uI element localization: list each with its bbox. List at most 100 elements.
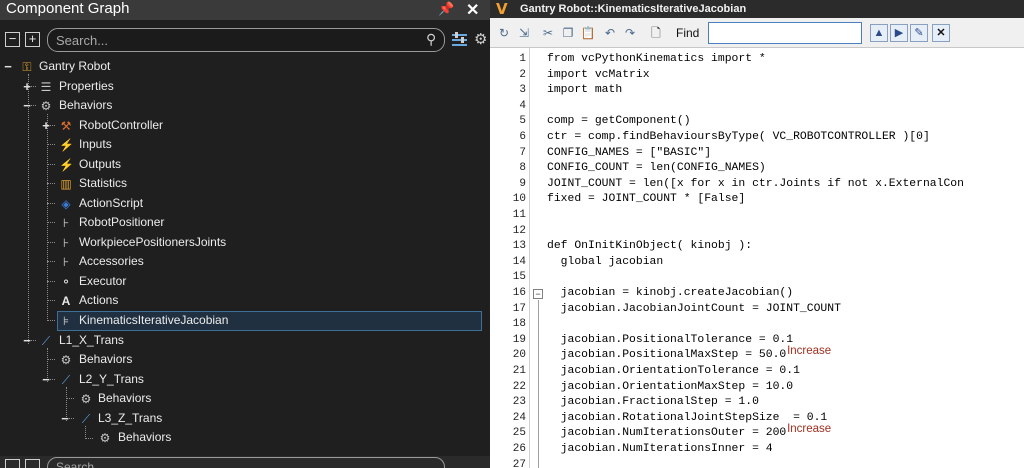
bottom-search-box[interactable]: Search... xyxy=(47,457,445,468)
gear-icon: ⚙ xyxy=(40,99,52,113)
tree-node-l3-z-trans[interactable]: − ⟋ L3_Z_Trans xyxy=(0,409,480,428)
tree-node-l1-x-trans[interactable]: − ⟋ L1_X_Trans xyxy=(0,331,480,350)
line-number: 27 xyxy=(512,458,526,468)
tree-node-robotpositioner[interactable]: ⊦ RobotPositioner xyxy=(0,213,480,232)
tree-node-gantry-robot[interactable]: − ⚿ Gantry Robot xyxy=(0,57,480,76)
graph-search-input[interactable] xyxy=(56,32,416,48)
annotation-note: Increase xyxy=(787,423,832,436)
code-line[interactable]: jacobian = kinobj.createJacobian() xyxy=(547,285,793,301)
line-number: 2 xyxy=(519,68,526,81)
code-line[interactable]: import math xyxy=(547,82,622,98)
line-number: 24 xyxy=(512,411,526,424)
link-icon: ⟋ xyxy=(61,373,71,387)
collapse-toggle[interactable]: − xyxy=(22,96,32,115)
code-line[interactable]: jacobian.NumIterationsInner = 4 xyxy=(547,441,773,457)
line-number: 20 xyxy=(512,349,526,362)
code-line[interactable]: jacobian.FractionalStep = 1.0 xyxy=(547,394,759,410)
panel-title-bar: Component Graph 📌 ✕ xyxy=(0,0,490,20)
collapse-toggle[interactable]: − xyxy=(3,57,13,76)
expand-all-button[interactable]: + xyxy=(25,32,40,47)
joint-icon: ⊦ xyxy=(62,236,70,250)
expand-toggle[interactable]: + xyxy=(41,116,51,135)
tree-node-robotcontroller[interactable]: + ⚒ RobotController xyxy=(0,116,480,135)
line-number: 26 xyxy=(512,443,526,455)
code-line[interactable]: fixed = JOINT_COUNT * [False] xyxy=(547,191,745,207)
line-number: 14 xyxy=(512,255,526,268)
tree-node-behaviors-l2[interactable]: ⚙ Behaviors xyxy=(0,389,480,408)
editor-title: Gantry Robot::KinematicsIterativeJacobia… xyxy=(520,3,747,15)
collapse-toggle[interactable]: − xyxy=(41,370,51,389)
robot-controller-icon: ⚒ xyxy=(60,119,72,133)
code-line[interactable]: CONFIG_NAMES = ["BASIC"] xyxy=(547,145,711,161)
find-input[interactable] xyxy=(708,22,862,44)
code-line[interactable]: jacobian.OrientationTolerance = 0.1 xyxy=(547,363,800,379)
line-number: 17 xyxy=(512,302,526,315)
tree-node-kinematicsiterativejacobian[interactable]: ⊧ KinematicsIterativeJacobian xyxy=(0,311,480,330)
tree-node-inputs[interactable]: ⚡ Inputs xyxy=(0,135,480,154)
document-icon[interactable]: 🗋 xyxy=(648,25,664,41)
code-line[interactable]: jacobian.JacobianJointCount = JOINT_COUN… xyxy=(547,301,841,317)
line-number: 12 xyxy=(512,224,526,237)
tree-node-l2-y-trans[interactable]: − ⟋ L2_Y_Trans xyxy=(0,370,480,389)
tree-node-actionscript[interactable]: ◈ ActionScript xyxy=(0,194,480,213)
close-find-button[interactable]: ✕ xyxy=(932,24,950,42)
expand-toggle[interactable]: + xyxy=(22,77,32,96)
compile-icon[interactable]: ⇲ xyxy=(516,25,532,41)
undo-icon[interactable]: ↶ xyxy=(602,25,618,41)
code-line[interactable]: JOINT_COUNT = len([x for x in ctr.Joints… xyxy=(547,176,964,192)
close-icon[interactable]: ✕ xyxy=(466,0,479,20)
collapse-all-button[interactable] xyxy=(5,459,20,468)
search-icon[interactable]: ⚲ xyxy=(426,31,436,48)
tree-node-executor[interactable]: ⚬ Executor xyxy=(0,272,480,291)
line-number: 25 xyxy=(512,427,526,440)
collapse-toggle[interactable]: − xyxy=(60,409,70,428)
collapse-all-button[interactable]: − xyxy=(5,32,20,47)
code-line[interactable]: from vcPythonKinematics import * xyxy=(547,51,766,67)
code-line[interactable]: jacobian.RotationalJointStepSize = 0.1 xyxy=(547,410,828,426)
fold-toggle-icon[interactable]: − xyxy=(533,289,543,299)
link-icon: ⟋ xyxy=(81,412,91,426)
pin-icon[interactable]: 📌 xyxy=(438,1,454,17)
refresh-icon[interactable]: ↻ xyxy=(496,25,512,41)
gear-icon: ⚙ xyxy=(60,353,72,367)
code-editor[interactable]: 1 from vcPythonKinematics import * 2 import… xyxy=(490,48,1024,468)
tree-node-properties[interactable]: + ☰ Properties xyxy=(0,77,480,96)
find-previous-button[interactable]: ▲ xyxy=(870,24,888,42)
properties-icon: ☰ xyxy=(40,80,52,94)
tree-node-accessories[interactable]: ⊦ Accessories xyxy=(0,252,480,271)
filter-settings-icon[interactable] xyxy=(451,31,468,48)
code-line[interactable]: def OnInitKinObject( kinobj ): xyxy=(547,238,752,254)
tree-node-statistics[interactable]: ▥ Statistics xyxy=(0,174,480,193)
code-line[interactable]: import vcMatrix xyxy=(547,67,650,83)
second-toolbar: Search... xyxy=(0,456,490,468)
tree-node-behaviors[interactable]: − ⚙ Behaviors xyxy=(0,96,480,115)
code-line[interactable]: jacobian.OrientationMaxStep = 10.0 xyxy=(547,379,793,395)
code-line[interactable]: ctr = comp.findBehavioursByType( VC_ROBO… xyxy=(547,129,930,145)
tree-node-actions[interactable]: A Actions xyxy=(0,291,480,310)
tree-node-outputs[interactable]: ⚡ Outputs xyxy=(0,155,480,174)
code-line[interactable]: CONFIG_COUNT = len(CONFIG_NAMES) xyxy=(547,160,766,176)
tree-node-behaviors-l1[interactable]: ⚙ Behaviors xyxy=(0,350,480,369)
tree-node-behaviors-l3[interactable]: ⚙ Behaviors xyxy=(0,428,480,447)
tree-node-workpiecepositionersjoints[interactable]: ⊦ WorkpiecePositionersJoints xyxy=(0,233,480,252)
code-line[interactable]: jacobian.NumIterationsOuter = 200 xyxy=(547,425,787,441)
replace-button[interactable]: ✎ xyxy=(910,24,928,42)
line-number: 5 xyxy=(519,115,526,128)
collapse-toggle[interactable]: − xyxy=(22,331,32,350)
annotation-note: Increase xyxy=(787,345,832,358)
line-number: 11 xyxy=(512,209,526,221)
code-line[interactable]: jacobian.PositionalTolerance = 0.1 xyxy=(547,332,793,348)
code-line[interactable]: jacobian.PositionalMaxStep = 50.0 xyxy=(547,347,787,363)
paste-icon[interactable]: 📋 xyxy=(580,25,596,41)
expand-all-button[interactable] xyxy=(25,459,40,468)
gear-icon[interactable]: ⚙ xyxy=(474,30,487,48)
cut-icon[interactable]: ✂ xyxy=(540,25,556,41)
code-line[interactable]: global jacobian xyxy=(547,254,664,270)
line-number: 21 xyxy=(512,365,526,377)
redo-icon[interactable]: ↷ xyxy=(622,25,638,41)
code-line[interactable]: comp = getComponent() xyxy=(547,113,691,129)
find-label: Find xyxy=(676,26,700,40)
find-next-button[interactable]: ▶ xyxy=(890,24,908,42)
copy-icon[interactable]: ❐ xyxy=(560,25,576,41)
line-number: 10 xyxy=(512,193,526,206)
